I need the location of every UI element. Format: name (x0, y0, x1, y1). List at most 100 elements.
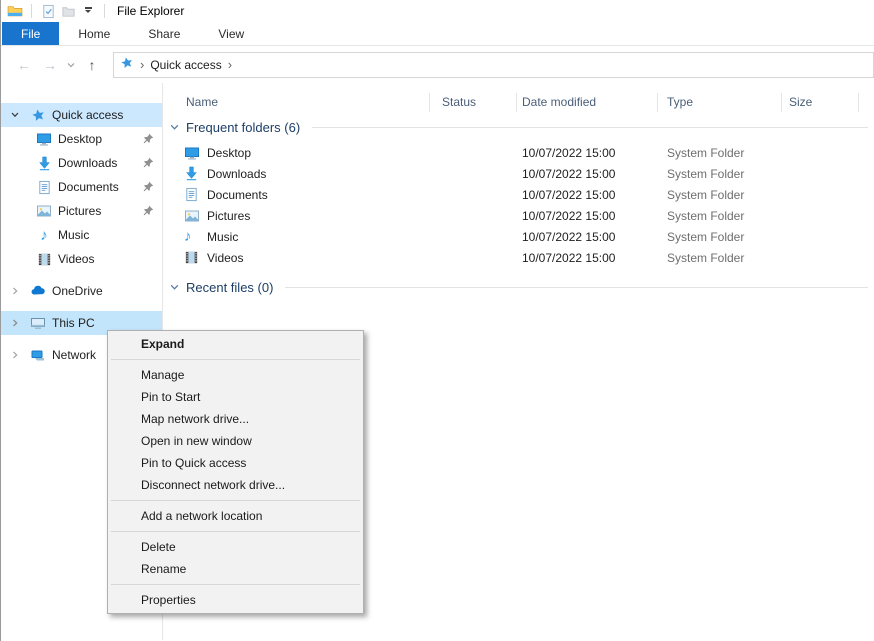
pictures-icon (35, 203, 53, 219)
toolbar-separator (104, 4, 105, 18)
sidebar-group-gap (1, 303, 162, 311)
chevron-right-icon[interactable] (9, 350, 21, 360)
file-explorer-icon (5, 1, 25, 21)
desktop-icon (184, 145, 200, 164)
table-row-desktop[interactable]: Desktop 10/07/2022 15:00 System Folder (163, 143, 874, 164)
sidebar-item-label: Network (52, 348, 96, 362)
row-type: System Folder (667, 167, 744, 181)
frequent-folders-rows: Desktop 10/07/2022 15:00 System Folder D… (163, 143, 874, 269)
column-divider[interactable] (657, 93, 658, 112)
pictures-icon (184, 208, 200, 227)
sidebar-item-documents[interactable]: Documents (1, 175, 162, 199)
this-pc-icon (29, 315, 47, 331)
sidebar-item-desktop[interactable]: Desktop (1, 127, 162, 151)
tab-view[interactable]: View (199, 22, 263, 45)
menu-item-pin-to-quick-access[interactable]: Pin to Quick access (108, 452, 363, 474)
network-icon (29, 347, 47, 363)
menu-item-map-network-drive[interactable]: Map network drive... (108, 408, 363, 430)
back-icon[interactable]: ← (11, 57, 37, 73)
desktop-icon (35, 131, 53, 147)
group-header-recent-files[interactable]: Recent files (0) (163, 275, 874, 299)
menu-item-add-a-network-location[interactable]: Add a network location (108, 505, 363, 527)
menu-item-pin-to-start[interactable]: Pin to Start (108, 386, 363, 408)
sidebar-item-label: Quick access (52, 108, 123, 122)
menu-separator (111, 531, 360, 532)
breadcrumb-chevron-icon[interactable]: › (228, 57, 232, 72)
column-divider[interactable] (858, 93, 859, 112)
row-date-modified: 10/07/2022 15:00 (522, 209, 615, 223)
chevron-down-icon[interactable] (9, 110, 21, 120)
row-name: Videos (207, 251, 243, 265)
sidebar-item-videos[interactable]: Videos (1, 247, 162, 271)
onedrive-icon (29, 283, 47, 299)
chevron-down-icon (169, 122, 180, 133)
table-row-music[interactable]: ♪ Music 10/07/2022 15:00 System Folder (163, 227, 874, 248)
chevron-right-icon[interactable] (9, 318, 21, 328)
sidebar-item-pictures[interactable]: Pictures (1, 199, 162, 223)
group-header-label: Recent files (0) (186, 280, 273, 295)
sidebar-item-label: Documents (58, 180, 119, 194)
sidebar-item-label: Videos (58, 252, 94, 266)
forward-icon[interactable]: → (37, 57, 63, 73)
menu-item-manage[interactable]: Manage (108, 364, 363, 386)
customize-toolbar-dropdown-icon[interactable] (78, 1, 98, 21)
recent-locations-chevron-icon[interactable] (63, 60, 79, 70)
videos-icon (35, 252, 53, 267)
column-header-size[interactable]: Size (789, 95, 812, 109)
menu-item-properties[interactable]: Properties (108, 589, 363, 611)
tab-file[interactable]: File (2, 22, 59, 45)
tab-share[interactable]: Share (129, 22, 199, 45)
properties-quick-icon[interactable] (38, 1, 58, 21)
row-name: Music (207, 230, 238, 244)
sidebar-item-music[interactable]: ♪ Music (1, 223, 162, 247)
row-type: System Folder (667, 146, 744, 160)
row-type: System Folder (667, 209, 744, 223)
menu-item-rename[interactable]: Rename (108, 558, 363, 580)
sidebar-item-label: Downloads (58, 156, 117, 170)
downloads-icon (184, 166, 199, 184)
column-header-name[interactable]: Name (186, 95, 218, 109)
group-header-label: Frequent folders (6) (186, 120, 300, 135)
column-divider[interactable] (516, 93, 517, 112)
menu-item-open-in-new-window[interactable]: Open in new window (108, 430, 363, 452)
sidebar-item-downloads[interactable]: Downloads (1, 151, 162, 175)
new-folder-icon[interactable] (58, 1, 78, 21)
row-name: Desktop (207, 146, 251, 160)
downloads-icon (35, 156, 53, 171)
table-row-videos[interactable]: Videos 10/07/2022 15:00 System Folder (163, 248, 874, 269)
sidebar-item-onedrive[interactable]: OneDrive (1, 279, 162, 303)
tab-home[interactable]: Home (59, 22, 129, 45)
toolbar-separator (31, 4, 32, 18)
breadcrumb-chevron-icon[interactable]: › (140, 57, 144, 72)
table-row-downloads[interactable]: Downloads 10/07/2022 15:00 System Folder (163, 164, 874, 185)
group-header-frequent-folders[interactable]: Frequent folders (6) (163, 115, 874, 139)
pin-icon (142, 133, 154, 148)
breadcrumb-quick-access[interactable]: Quick access (150, 58, 221, 72)
ribbon-tab-bar: File Home Share View (1, 22, 874, 46)
column-header-status[interactable]: Status (442, 95, 476, 109)
row-type: System Folder (667, 251, 744, 265)
row-date-modified: 10/07/2022 15:00 (522, 251, 615, 265)
column-header-type[interactable]: Type (667, 95, 693, 109)
row-name: Downloads (207, 167, 266, 181)
quick-access-star-icon (29, 108, 47, 123)
column-divider[interactable] (781, 93, 782, 112)
sidebar-item-quick-access[interactable]: Quick access (1, 103, 162, 127)
row-date-modified: 10/07/2022 15:00 (522, 188, 615, 202)
sidebar-item-label: OneDrive (52, 284, 103, 298)
column-divider[interactable] (429, 93, 430, 112)
column-header-date-modified[interactable]: Date modified (522, 95, 596, 109)
menu-item-disconnect-network-drive[interactable]: Disconnect network drive... (108, 474, 363, 496)
table-row-pictures[interactable]: Pictures 10/07/2022 15:00 System Folder (163, 206, 874, 227)
music-icon: ♪ (184, 229, 192, 244)
sidebar-item-label: Music (58, 228, 89, 242)
table-row-documents[interactable]: Documents 10/07/2022 15:00 System Folder (163, 185, 874, 206)
menu-item-expand[interactable]: Expand (108, 333, 363, 355)
address-bar[interactable]: › Quick access › (113, 52, 874, 78)
quick-access-star-icon (120, 56, 134, 73)
up-icon[interactable]: ↑ (79, 57, 105, 73)
group-header-rule (312, 127, 868, 128)
navigation-bar: ← → ↑ › Quick access › (1, 46, 874, 83)
chevron-right-icon[interactable] (9, 286, 21, 296)
menu-item-delete[interactable]: Delete (108, 536, 363, 558)
